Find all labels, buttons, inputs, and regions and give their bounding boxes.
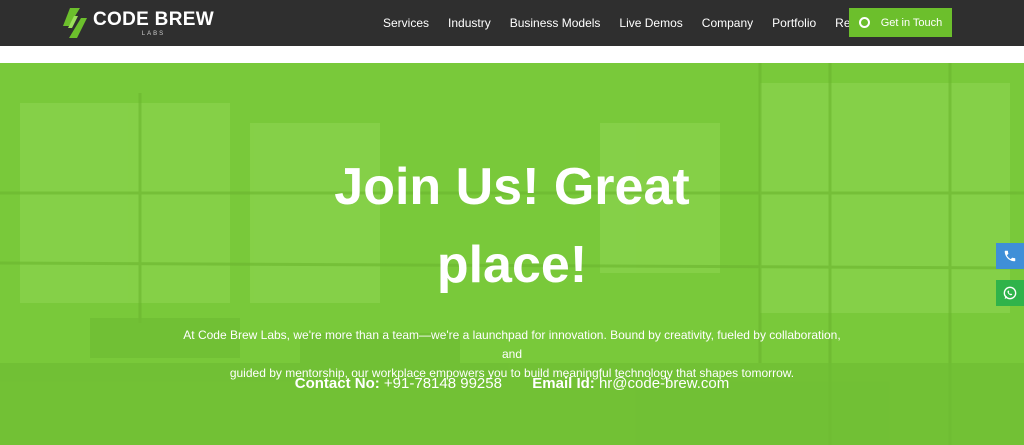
logo-subtext: LABS — [141, 30, 166, 37]
nav-item-live-demos[interactable]: Live Demos — [619, 16, 682, 30]
main-nav: Services Industry Business Models Live D… — [383, 0, 912, 46]
hero-heading-line-2: place! — [436, 236, 588, 294]
contact-info: Contact No: +91-78148 99258 Email Id: hr… — [0, 375, 1024, 392]
floating-whatsapp-button[interactable] — [996, 280, 1024, 306]
nav-item-industry[interactable]: Industry — [448, 16, 491, 30]
logo[interactable]: CODE BREW LABS — [61, 6, 214, 40]
whatsapp-icon — [1003, 286, 1017, 300]
nav-item-portfolio[interactable]: Portfolio — [772, 16, 816, 30]
nav-item-business-models[interactable]: Business Models — [510, 16, 601, 30]
hero-heading-line-1: Join Us! Great — [334, 158, 690, 216]
get-in-touch-label: Get in Touch — [880, 16, 943, 29]
hero-section: Join Us! Great place! At Code Brew Labs,… — [0, 63, 1024, 445]
get-in-touch-button[interactable]: Get in Touch — [849, 8, 952, 37]
header-spacer — [0, 46, 1024, 63]
nav-item-company[interactable]: Company — [702, 16, 753, 30]
email-label: Email Id: — [532, 375, 595, 392]
nav-item-services[interactable]: Services — [383, 16, 429, 30]
logo-mark-icon — [63, 8, 87, 38]
contact-number-label: Contact No: — [294, 375, 380, 392]
email-value[interactable]: hr@code-brew.com — [599, 375, 729, 392]
contact-number-value[interactable]: +91-78148 99258 — [384, 375, 502, 392]
top-navbar: CODE BREW LABS Services Industry Busines… — [0, 0, 1024, 46]
hero-description-line-1: At Code Brew Labs, we're more than a tea… — [183, 328, 841, 361]
floating-phone-button[interactable] — [996, 243, 1024, 269]
phone-icon — [1004, 250, 1016, 262]
logo-wordmark: CODE BREW — [93, 8, 214, 30]
logo-text: CODE BREW LABS — [93, 10, 214, 37]
hero-heading: Join Us! Great place! — [0, 148, 1024, 304]
ring-icon — [858, 17, 870, 28]
